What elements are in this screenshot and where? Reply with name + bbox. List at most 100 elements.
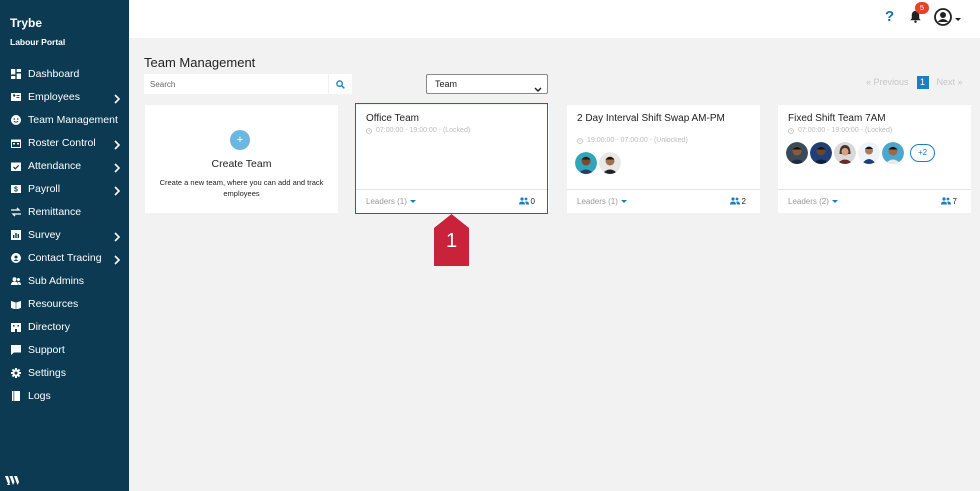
- more-members-button[interactable]: +2: [910, 144, 935, 162]
- sidebar-item-label: Dashboard: [28, 67, 80, 80]
- sidebar-item-label: Attendance: [28, 159, 82, 172]
- smile-icon: [11, 114, 21, 125]
- sidebar-item-label: Resources: [28, 297, 79, 310]
- card-footer: Leaders (2) 7: [788, 196, 957, 206]
- sidebar-item-team-management[interactable]: Team Management: [0, 108, 129, 131]
- sidebar-item-sub-admins[interactable]: Sub Admins: [0, 269, 129, 292]
- sidebar-item-logs[interactable]: Logs: [0, 384, 129, 407]
- chevron-down-icon: [831, 199, 838, 203]
- team-card[interactable]: Fixed Shift Team 7AM 07:00:00 - 19:00:00…: [778, 105, 971, 213]
- users-icon: [11, 276, 21, 286]
- chevron-right-icon: [114, 252, 121, 265]
- location-icon: [11, 252, 21, 263]
- chart-icon: [11, 229, 21, 240]
- chevron-right-icon: [114, 160, 121, 173]
- avatar[interactable]: [882, 142, 904, 164]
- team-filter-select[interactable]: Team: [426, 74, 548, 94]
- team-shift-time: 07:00:00 - 19:00:00 - (Locked): [366, 127, 470, 134]
- sidebar-item-remittance[interactable]: Remittance: [0, 200, 129, 223]
- exchange-icon: [11, 207, 21, 217]
- svg-text:$: $: [14, 186, 18, 193]
- team-name: Office Team: [366, 113, 419, 124]
- chevron-down-icon[interactable]: [955, 18, 961, 21]
- avatar[interactable]: [810, 142, 832, 164]
- team-card[interactable]: Office Team 07:00:00 - 19:00:00 - (Locke…: [356, 105, 549, 213]
- sidebar-nav: Dashboard Employees Team Management Rost…: [0, 62, 129, 407]
- leaders-label: Leaders (1): [577, 196, 618, 206]
- card-divider: [778, 189, 971, 190]
- avatar[interactable]: [599, 152, 621, 174]
- pagination-page[interactable]: 1: [916, 75, 929, 89]
- dashboard-icon: [11, 68, 21, 79]
- add-icon[interactable]: +: [230, 130, 250, 150]
- sidebar-item-resources[interactable]: Resources: [0, 292, 129, 315]
- avatar[interactable]: [858, 142, 880, 164]
- sidebar-item-label: Directory: [28, 320, 71, 333]
- brand-name: Trybe: [10, 16, 43, 30]
- team-name: 2 Day Interval Shift Swap AM-PM: [577, 113, 725, 124]
- sidebar-item-employees[interactable]: Employees: [0, 85, 129, 108]
- sidebar: Trybe Labour Portal Dashboard Employees …: [0, 0, 129, 491]
- page-title: Team Management: [144, 55, 256, 70]
- sidebar-item-survey[interactable]: Survey: [0, 223, 129, 246]
- avatar[interactable]: [834, 142, 856, 164]
- users-icon: [729, 197, 740, 205]
- member-avatars: [575, 152, 623, 174]
- leaders-dropdown[interactable]: Leaders (1): [577, 197, 627, 206]
- sidebar-item-label: Employees: [28, 90, 80, 103]
- chevron-down-icon: [620, 199, 627, 203]
- help-icon[interactable]: ?: [885, 8, 894, 25]
- trybe-logo-icon: [4, 472, 20, 488]
- member-count: 0: [518, 196, 535, 206]
- sidebar-item-label: Roster Control: [28, 136, 96, 149]
- team-shift-time: 19:00:00 - 07:00:00 - (Unlocked): [577, 137, 688, 144]
- sidebar-item-label: Remittance: [28, 205, 82, 218]
- team-shift-time-text: 07:00:00 - 19:00:00 - (Locked): [798, 127, 893, 134]
- sidebar-item-label: Support: [28, 343, 65, 356]
- card-divider: [567, 189, 760, 190]
- callout-number: 1: [445, 230, 458, 252]
- user-avatar-icon[interactable]: [934, 8, 956, 28]
- sidebar-item-roster-control[interactable]: Roster Control: [0, 131, 129, 154]
- sidebar-item-label: Contact Tracing: [28, 251, 102, 264]
- clock-icon: [788, 127, 794, 134]
- clock-icon: [366, 127, 372, 134]
- member-avatars: +2: [786, 142, 935, 164]
- search-icon: [336, 79, 345, 89]
- sidebar-item-dashboard[interactable]: Dashboard: [0, 62, 129, 85]
- sidebar-item-settings[interactable]: Settings: [0, 361, 129, 384]
- chat-icon: [11, 344, 21, 355]
- member-count-value: 0: [530, 196, 535, 206]
- pagination-next[interactable]: Next »: [937, 77, 963, 87]
- team-shift-time: 07:00:00 - 19:00:00 - (Locked): [788, 127, 892, 134]
- search-button[interactable]: [329, 74, 352, 94]
- sidebar-item-directory[interactable]: Directory: [0, 315, 129, 338]
- team-card[interactable]: 2 Day Interval Shift Swap AM-PM 19:00:00…: [567, 105, 760, 213]
- sidebar-item-support[interactable]: Support: [0, 338, 129, 361]
- create-team-card[interactable]: + Create Team Create a new team, where y…: [145, 105, 338, 213]
- create-team-description: Create a new team, where you can add and…: [159, 178, 324, 198]
- leaders-dropdown[interactable]: Leaders (1): [366, 197, 416, 206]
- chevron-right-icon: [114, 137, 121, 150]
- avatar[interactable]: [786, 142, 808, 164]
- avatar[interactable]: [575, 152, 597, 174]
- sidebar-item-attendance[interactable]: Attendance: [0, 154, 129, 177]
- card-footer: Leaders (1) 2: [577, 196, 746, 206]
- pagination: « Previous 1 Next »: [866, 75, 963, 89]
- team-shift-time-text: 19:00:00 - 07:00:00 - (Unlocked): [587, 137, 688, 144]
- book-icon: [11, 390, 21, 401]
- card-divider: [356, 189, 549, 190]
- search-input[interactable]: [144, 74, 328, 94]
- sidebar-item-label: Payroll: [28, 182, 61, 195]
- leaders-label: Leaders (2): [788, 196, 829, 206]
- calendar-check-icon: [11, 161, 21, 171]
- team-shift-time-text: 07:00:00 - 19:00:00 - (Locked): [376, 127, 471, 134]
- book-open-icon: [11, 299, 21, 309]
- sidebar-item-contact-tracing[interactable]: Contact Tracing: [0, 246, 129, 269]
- users-icon: [518, 197, 529, 205]
- pagination-previous[interactable]: « Previous: [866, 77, 909, 87]
- leaders-dropdown[interactable]: Leaders (2): [788, 197, 838, 206]
- team-filter-value: Team: [435, 79, 458, 89]
- sidebar-item-payroll[interactable]: $ Payroll: [0, 177, 129, 200]
- gear-icon: [11, 367, 21, 378]
